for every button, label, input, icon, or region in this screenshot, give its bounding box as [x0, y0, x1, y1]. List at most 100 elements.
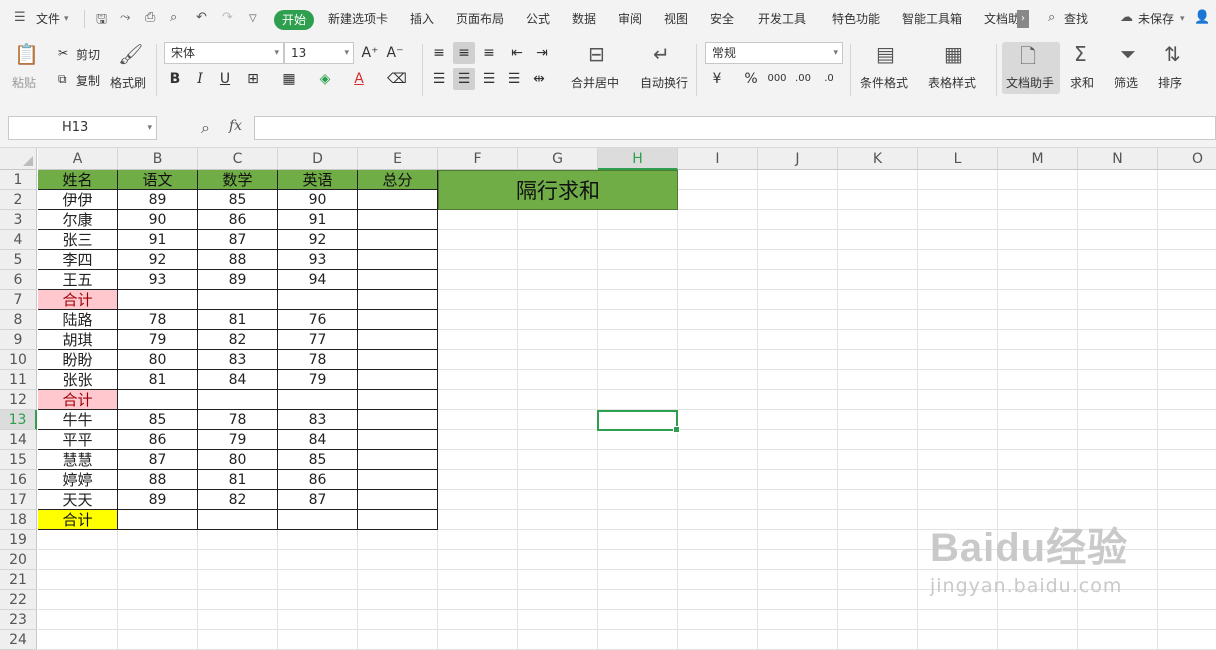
cell[interactable]	[438, 330, 518, 350]
score-cell[interactable]: 78	[278, 350, 358, 370]
tab-special[interactable]: 特色功能	[832, 10, 880, 27]
row-header[interactable]: 1	[0, 170, 37, 190]
score-cell[interactable]: 85	[278, 450, 358, 470]
cell[interactable]	[678, 310, 758, 330]
cell[interactable]	[1078, 230, 1158, 250]
cell[interactable]	[438, 570, 518, 590]
cell[interactable]	[438, 370, 518, 390]
function-icon[interactable]: fx	[229, 118, 242, 134]
cell[interactable]	[598, 490, 678, 510]
cell[interactable]	[1158, 390, 1216, 410]
table-header-cell[interactable]: 数学	[198, 170, 278, 190]
cell[interactable]	[758, 310, 838, 330]
cell[interactable]	[758, 570, 838, 590]
cell[interactable]	[758, 230, 838, 250]
cell[interactable]	[758, 470, 838, 490]
column-header[interactable]: D	[278, 148, 358, 170]
score-cell[interactable]: 88	[198, 250, 278, 270]
font-size-select[interactable]: 13 ▾	[284, 42, 354, 64]
row-header[interactable]: 19	[0, 530, 37, 550]
cell[interactable]	[438, 250, 518, 270]
cell[interactable]	[1158, 250, 1216, 270]
cell-fill-pattern-icon[interactable]: ▦	[278, 68, 300, 90]
row-header[interactable]: 15	[0, 450, 37, 470]
table-style-button[interactable]: 表格样式	[928, 74, 976, 91]
cell[interactable]	[758, 490, 838, 510]
score-cell[interactable]	[358, 190, 438, 210]
name-cell[interactable]: 王五	[38, 270, 118, 290]
cell[interactable]	[278, 610, 358, 630]
cell[interactable]	[678, 170, 758, 190]
cell[interactable]	[838, 450, 918, 470]
cell[interactable]	[518, 310, 598, 330]
cell[interactable]	[918, 310, 998, 330]
cell[interactable]	[38, 630, 118, 650]
score-cell[interactable]	[358, 370, 438, 390]
cell[interactable]	[1078, 490, 1158, 510]
scissors-icon[interactable]: ✂	[58, 46, 68, 60]
row-header[interactable]: 11	[0, 370, 37, 390]
score-cell[interactable]: 86	[118, 430, 198, 450]
cell[interactable]	[918, 290, 998, 310]
score-cell[interactable]: 90	[278, 190, 358, 210]
score-cell[interactable]	[358, 390, 438, 410]
cell[interactable]	[758, 190, 838, 210]
cell[interactable]	[598, 470, 678, 490]
score-cell[interactable]: 93	[118, 270, 198, 290]
cell[interactable]	[678, 390, 758, 410]
total-label-cell[interactable]: 合计	[38, 290, 118, 310]
cell[interactable]	[758, 450, 838, 470]
cell[interactable]	[758, 290, 838, 310]
cell[interactable]	[758, 410, 838, 430]
score-cell[interactable]	[118, 510, 198, 530]
cell[interactable]	[838, 490, 918, 510]
align-top-icon[interactable]: ≡	[428, 42, 450, 64]
cell[interactable]	[758, 210, 838, 230]
cell[interactable]	[1078, 310, 1158, 330]
save-status[interactable]: 未保存	[1138, 10, 1174, 27]
cell[interactable]	[438, 450, 518, 470]
tab-page-layout[interactable]: 页面布局	[456, 10, 504, 27]
cell[interactable]	[998, 290, 1078, 310]
cell[interactable]	[838, 170, 918, 190]
cell[interactable]	[678, 370, 758, 390]
font-color-icon[interactable]: A	[348, 68, 370, 90]
italic-button[interactable]: I	[189, 68, 211, 90]
tab-review[interactable]: 审阅	[618, 10, 642, 27]
cell[interactable]	[38, 570, 118, 590]
tab-view[interactable]: 视图	[664, 10, 688, 27]
row-header[interactable]: 13	[0, 410, 37, 430]
cell[interactable]	[1158, 590, 1216, 610]
tabs-scroll-right[interactable]: ›	[1017, 10, 1029, 28]
cell[interactable]	[998, 410, 1078, 430]
column-header[interactable]: I	[678, 148, 758, 170]
merge-center-icon[interactable]: ⊟	[588, 42, 605, 66]
cell[interactable]	[838, 630, 918, 650]
cell[interactable]	[438, 490, 518, 510]
customize-icon[interactable]: ▽	[249, 13, 257, 24]
row-header[interactable]: 6	[0, 270, 37, 290]
cell[interactable]	[1158, 310, 1216, 330]
name-cell[interactable]: 李四	[38, 250, 118, 270]
align-bottom-icon[interactable]: ≡	[478, 42, 500, 64]
row-header[interactable]: 20	[0, 550, 37, 570]
score-cell[interactable]	[278, 390, 358, 410]
cell[interactable]	[518, 330, 598, 350]
cell[interactable]	[998, 310, 1078, 330]
undo-icon[interactable]: ↶	[196, 10, 207, 25]
cell[interactable]	[198, 630, 278, 650]
filter-icon[interactable]: ⏷	[1120, 42, 1136, 66]
tab-formulas[interactable]: 公式	[526, 10, 550, 27]
cell[interactable]	[1158, 530, 1216, 550]
cell[interactable]	[438, 590, 518, 610]
score-cell[interactable]: 91	[118, 230, 198, 250]
row-header[interactable]: 16	[0, 470, 37, 490]
cell[interactable]	[598, 290, 678, 310]
score-cell[interactable]: 86	[278, 470, 358, 490]
cell[interactable]	[1078, 630, 1158, 650]
name-cell[interactable]: 牛牛	[38, 410, 118, 430]
cell[interactable]	[598, 310, 678, 330]
user-icon[interactable]: 👤	[1194, 10, 1210, 25]
cell[interactable]	[838, 390, 918, 410]
score-cell[interactable]: 80	[198, 450, 278, 470]
